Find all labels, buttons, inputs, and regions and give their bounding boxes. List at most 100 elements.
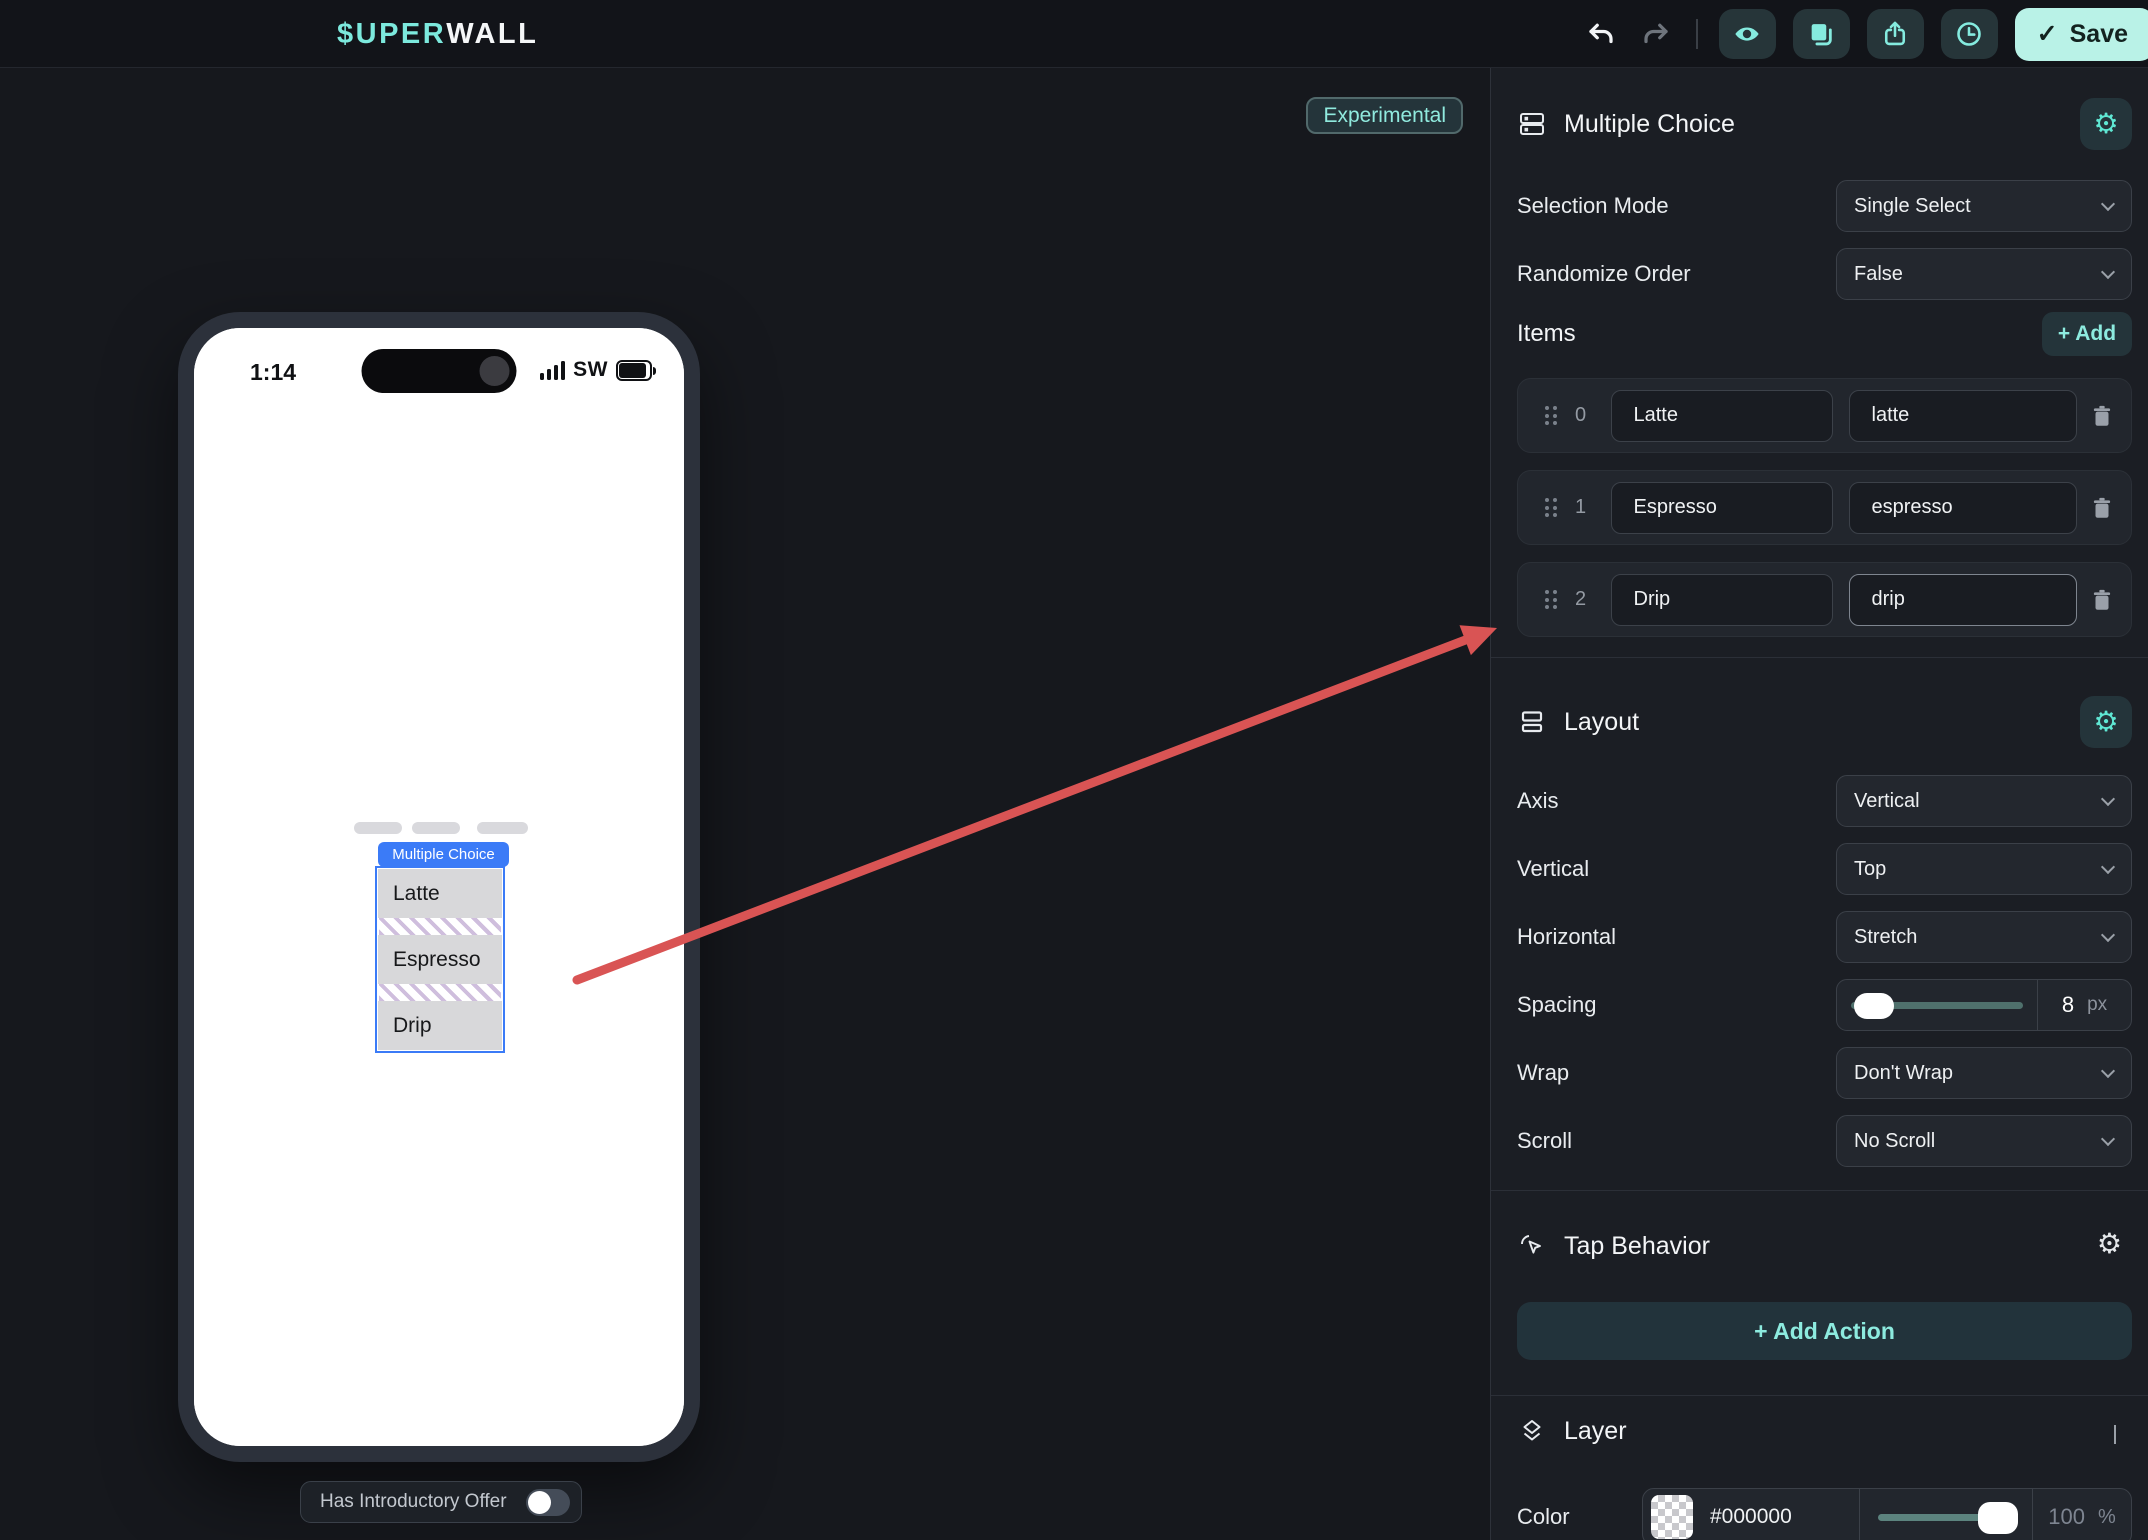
color-value-field[interactable]: #000000: [1643, 1495, 1859, 1539]
section-title: Tap Behavior: [1564, 1231, 1710, 1260]
export-button[interactable]: [1866, 9, 1924, 59]
spacing-label: Spacing: [1517, 992, 1597, 1017]
clock-icon: [1955, 20, 1983, 48]
item-label-input[interactable]: Drip: [1610, 573, 1833, 626]
horizontal-dropdown[interactable]: Stretch: [1836, 911, 2132, 963]
widget-option[interactable]: Latte: [378, 869, 502, 918]
chevron-down-icon: [2100, 1131, 2116, 1146]
axis-dropdown[interactable]: Vertical: [1836, 775, 2132, 827]
item-row-0: 0 Latte latte: [1517, 378, 2132, 453]
collapse-section-button[interactable]: [2114, 1425, 2116, 1444]
widget-option[interactable]: Espresso: [378, 935, 502, 984]
selection-tag: Multiple Choice: [378, 842, 509, 867]
item-index: 0: [1574, 404, 1587, 426]
section-divider: [1491, 1395, 2148, 1396]
drag-handle-icon[interactable]: [1545, 406, 1557, 425]
section-divider: [1491, 657, 2148, 658]
add-item-button[interactable]: + Add: [2042, 312, 2132, 356]
layout-section-header: Layout ⚙: [1517, 696, 2132, 748]
copy-icon: [1807, 20, 1835, 48]
delete-item-button[interactable]: [2089, 495, 2115, 521]
item-row-1: 1 Espresso espresso: [1517, 470, 2132, 545]
drag-handle-icon[interactable]: [1545, 498, 1557, 517]
items-label: Items: [1517, 320, 1576, 347]
item-label-input[interactable]: Latte: [1610, 389, 1833, 442]
color-hex-value: #000000: [1710, 1505, 1792, 1528]
spacing-row: Spacing 8 px: [1517, 979, 2132, 1031]
spacing-control: 8 px: [1836, 979, 2132, 1031]
horizontal-label: Horizontal: [1517, 924, 1617, 949]
delete-item-button[interactable]: [2089, 403, 2115, 429]
multiple-choice-settings-button[interactable]: ⚙: [2080, 98, 2132, 150]
chevron-down-icon: [2100, 196, 2116, 211]
item-value-input[interactable]: drip: [1848, 573, 2077, 626]
randomize-order-dropdown[interactable]: False: [1836, 248, 2132, 300]
widget-option[interactable]: Drip: [378, 1001, 502, 1050]
drag-handle-icon[interactable]: [1545, 590, 1557, 609]
chevron-down-icon: [2100, 927, 2116, 942]
skeleton-pill: [477, 822, 528, 834]
color-label: Color: [1517, 1504, 1570, 1529]
cursor-icon: [1517, 1232, 1547, 1260]
preview-button[interactable]: [1718, 9, 1776, 59]
multiple-choice-widget[interactable]: Latte Espresso Drip: [375, 866, 505, 1053]
vertical-label: Vertical: [1517, 856, 1590, 881]
has-introductory-offer-control: Has Introductory Offer: [300, 1481, 582, 1523]
opacity-value-field[interactable]: 100 %: [2033, 1504, 2131, 1530]
item-label-input[interactable]: Espresso: [1610, 481, 1833, 534]
spacing-slider[interactable]: [1837, 980, 2037, 1030]
redo-button[interactable]: [1637, 15, 1675, 53]
slider-knob[interactable]: [1854, 993, 1894, 1019]
save-button[interactable]: ✓ Save: [2014, 7, 2148, 61]
trash-icon: [2093, 405, 2111, 426]
section-title: Layout: [1564, 707, 1640, 736]
spacer-stripes: [379, 984, 501, 1001]
selection-mode-dropdown[interactable]: Single Select: [1836, 180, 2132, 232]
gear-icon: ⚙: [2093, 705, 2119, 738]
items-header-row: Items + Add: [1517, 312, 2132, 356]
duplicate-button[interactable]: [1792, 9, 1850, 59]
spacing-value-field[interactable]: 8 px: [2038, 992, 2131, 1018]
slider-knob[interactable]: [1978, 1502, 2018, 1534]
color-swatch[interactable]: [1651, 1495, 1693, 1539]
signal-icon: [539, 360, 566, 380]
status-time: 1:14: [250, 359, 297, 385]
skeleton-pill: [412, 822, 460, 834]
layout-settings-button[interactable]: ⚙: [2080, 696, 2132, 748]
multiple-choice-section-header: Multiple Choice ⚙: [1517, 98, 2132, 150]
layers-icon: [1517, 1417, 1547, 1445]
color-control: #000000 100 %: [1642, 1488, 2132, 1540]
item-index: 1: [1574, 496, 1587, 518]
section-divider: [1491, 1190, 2148, 1191]
eye-icon: [1733, 20, 1761, 48]
logo-text-teal: $UPER: [337, 17, 447, 50]
vertical-row: Vertical Top: [1517, 843, 2132, 895]
opacity-slider[interactable]: [1860, 1489, 2032, 1540]
spacer-stripes: [379, 918, 501, 935]
inspector-panel: Multiple Choice ⚙ Selection Mode Single …: [1490, 68, 2148, 1540]
scroll-dropdown[interactable]: No Scroll: [1836, 1115, 2132, 1167]
item-value-input[interactable]: latte: [1848, 389, 2077, 442]
wrap-dropdown[interactable]: Don't Wrap: [1836, 1047, 2132, 1099]
tap-behavior-settings-button[interactable]: ⚙: [2097, 1230, 2122, 1258]
skeleton-pill: [354, 822, 402, 834]
vertical-dropdown[interactable]: Top: [1836, 843, 2132, 895]
undo-button[interactable]: [1582, 15, 1620, 53]
toggle-knob: [528, 1490, 551, 1514]
history-button[interactable]: [1940, 9, 1998, 59]
chevron-down-icon: [2100, 1063, 2116, 1078]
offer-toggle-label: Has Introductory Offer: [320, 1491, 507, 1512]
carrier-label: SW: [573, 358, 608, 381]
delete-item-button[interactable]: [2089, 587, 2115, 613]
scroll-row: Scroll No Scroll: [1517, 1115, 2132, 1167]
add-action-button[interactable]: + Add Action: [1517, 1302, 2132, 1360]
offer-toggle[interactable]: [526, 1488, 570, 1516]
multiple-choice-icon: [1517, 110, 1547, 138]
experimental-badge: Experimental: [1306, 97, 1463, 134]
topbar-actions: ✓ Save: [1582, 0, 2148, 68]
selection-mode-label: Selection Mode: [1517, 193, 1669, 218]
trash-icon: [2093, 589, 2111, 610]
superwall-logo: $UPER WALL: [337, 0, 538, 68]
axis-label: Axis: [1517, 788, 1559, 813]
item-value-input[interactable]: espresso: [1848, 481, 2077, 534]
